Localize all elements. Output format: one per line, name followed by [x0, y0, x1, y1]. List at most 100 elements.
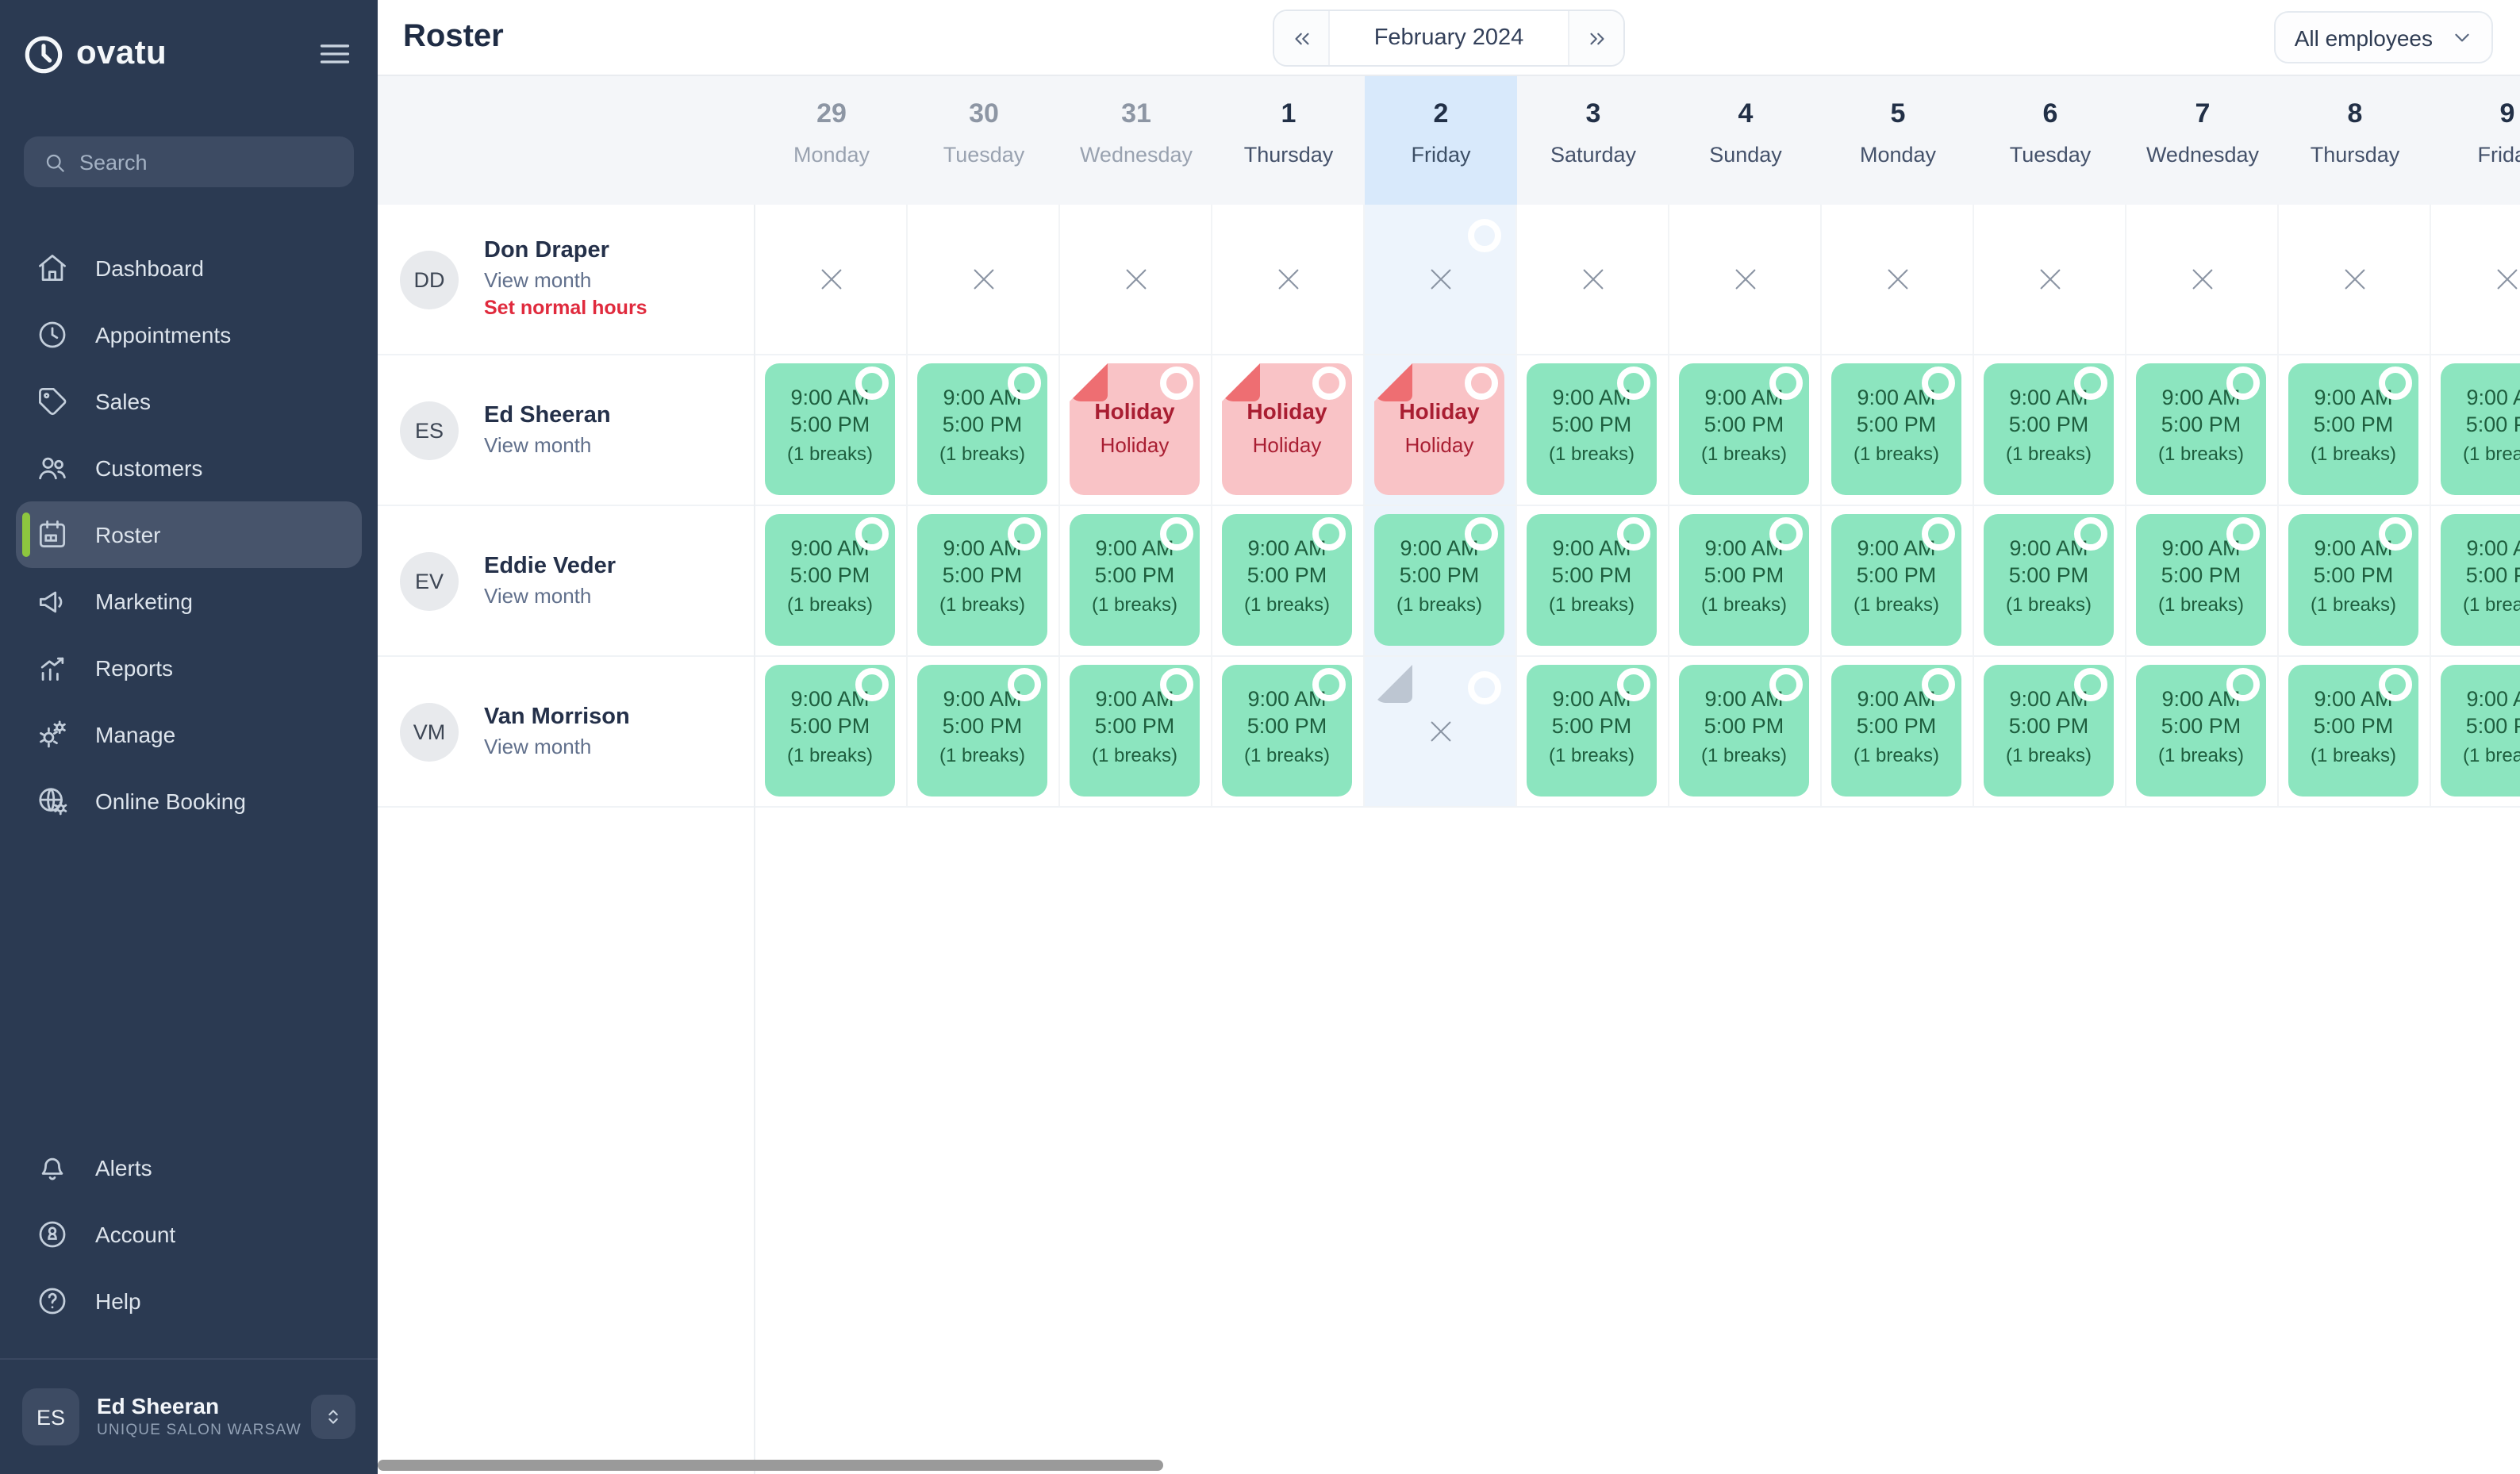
shift-card[interactable]: 9:00 AM5:00 PM(1 breaks)	[2441, 363, 2520, 495]
roster-cell[interactable]	[908, 205, 1060, 354]
view-month-link[interactable]: View month	[484, 267, 647, 295]
roster-cell[interactable]: 9:00 AM5:00 PM(1 breaks)	[755, 506, 908, 655]
period-label[interactable]: February 2024	[1328, 11, 1569, 65]
shift-card[interactable]: 9:00 AM5:00 PM(1 breaks)	[1831, 363, 1961, 495]
roster-cell[interactable]: 9:00 AM5:00 PM(1 breaks)	[1517, 506, 1669, 655]
roster-cell[interactable]	[1974, 205, 2126, 354]
roster-cell[interactable]: 9:00 AM5:00 PM(1 breaks)	[908, 355, 1060, 505]
shift-card[interactable]: 9:00 AM5:00 PM(1 breaks)	[765, 514, 895, 646]
roster-cell[interactable]: 9:00 AM5:00 PM(1 breaks)	[2431, 506, 2520, 655]
shift-card[interactable]: 9:00 AM5:00 PM(1 breaks)	[1679, 665, 1809, 796]
shift-card[interactable]: 9:00 AM5:00 PM(1 breaks)	[917, 665, 1047, 796]
roster-cell[interactable]: 9:00 AM5:00 PM(1 breaks)	[2279, 355, 2431, 505]
day-header-cell[interactable]: 30Tuesday	[908, 76, 1060, 205]
roster-cell[interactable]: 9:00 AM5:00 PM(1 breaks)	[908, 657, 1060, 806]
shift-card[interactable]: 9:00 AM5:00 PM(1 breaks)	[1679, 363, 1809, 495]
roster-cell[interactable]: 9:00 AM5:00 PM(1 breaks)	[2126, 657, 2279, 806]
roster-cell[interactable]: 9:00 AM5:00 PM(1 breaks)	[1974, 506, 2126, 655]
shift-card[interactable]: 9:00 AM5:00 PM(1 breaks)	[1222, 514, 1352, 646]
roster-cell[interactable]: HolidayHoliday	[1365, 355, 1517, 505]
shift-card[interactable]: 9:00 AM5:00 PM(1 breaks)	[917, 514, 1047, 646]
shift-card[interactable]: 9:00 AM5:00 PM(1 breaks)	[2288, 514, 2418, 646]
profile-switcher-button[interactable]	[311, 1395, 355, 1439]
shift-card[interactable]: 9:00 AM5:00 PM(1 breaks)	[2441, 514, 2520, 646]
roster-cell[interactable]: HolidayHoliday	[1212, 355, 1365, 505]
shift-card[interactable]: 9:00 AM5:00 PM(1 breaks)	[2136, 514, 2266, 646]
shift-card[interactable]: 9:00 AM5:00 PM(1 breaks)	[765, 665, 895, 796]
roster-cell[interactable]: 9:00 AM5:00 PM(1 breaks)	[2431, 657, 2520, 806]
shift-card[interactable]: 9:00 AM5:00 PM(1 breaks)	[2136, 665, 2266, 796]
roster-cell[interactable]	[2279, 205, 2431, 354]
roster-cell[interactable]	[1212, 205, 1365, 354]
roster-cell[interactable]: 9:00 AM5:00 PM(1 breaks)	[2126, 355, 2279, 505]
shift-card[interactable]: 9:00 AM5:00 PM(1 breaks)	[765, 363, 895, 495]
roster-cell[interactable]: 9:00 AM5:00 PM(1 breaks)	[2279, 506, 2431, 655]
roster-cell[interactable]	[1060, 205, 1212, 354]
roster-cell[interactable]	[755, 205, 908, 354]
view-month-link[interactable]: View month	[484, 431, 611, 459]
roster-cell[interactable]: 9:00 AM5:00 PM(1 breaks)	[2126, 506, 2279, 655]
roster-cell[interactable]: 9:00 AM5:00 PM(1 breaks)	[1517, 657, 1669, 806]
shift-card[interactable]: 9:00 AM5:00 PM(1 breaks)	[2441, 665, 2520, 796]
roster-cell[interactable]	[2126, 205, 2279, 354]
roster-cell[interactable]: 9:00 AM5:00 PM(1 breaks)	[1822, 355, 1974, 505]
holiday-card[interactable]: HolidayHoliday	[1374, 363, 1504, 495]
shift-card[interactable]: 9:00 AM5:00 PM(1 breaks)	[1984, 514, 2114, 646]
day-header-cell[interactable]: 8Thursday	[2279, 76, 2431, 205]
roster-cell[interactable]: 9:00 AM5:00 PM(1 breaks)	[1974, 657, 2126, 806]
sidebar-item-online-booking[interactable]: Online Booking	[16, 768, 362, 835]
roster-cell[interactable]: 9:00 AM5:00 PM(1 breaks)	[1669, 657, 1822, 806]
prev-period-button[interactable]	[1274, 11, 1328, 65]
shift-card[interactable]: 9:00 AM5:00 PM(1 breaks)	[1831, 665, 1961, 796]
view-month-link[interactable]: View month	[484, 582, 616, 610]
day-header-cell[interactable]: 31Wednesday	[1060, 76, 1212, 205]
roster-cell[interactable]: 9:00 AM5:00 PM(1 breaks)	[2431, 355, 2520, 505]
roster-cell[interactable]: 9:00 AM5:00 PM(1 breaks)	[1212, 657, 1365, 806]
shift-card[interactable]: 9:00 AM5:00 PM(1 breaks)	[2288, 665, 2418, 796]
next-period-button[interactable]	[1569, 11, 1623, 65]
day-header-cell[interactable]: 3Saturday	[1517, 76, 1669, 205]
roster-cell[interactable]: HolidayHoliday	[1060, 355, 1212, 505]
roster-cell[interactable]: 9:00 AM5:00 PM(1 breaks)	[1517, 355, 1669, 505]
search-input[interactable]: Search	[24, 136, 354, 187]
shift-card[interactable]: 9:00 AM5:00 PM(1 breaks)	[1527, 665, 1657, 796]
sidebar-item-marketing[interactable]: Marketing	[16, 568, 362, 635]
roster-cell[interactable]	[1822, 205, 1974, 354]
shift-card[interactable]: 9:00 AM5:00 PM(1 breaks)	[1222, 665, 1352, 796]
roster-cell[interactable]: 9:00 AM5:00 PM(1 breaks)	[1365, 506, 1517, 655]
shift-card[interactable]: 9:00 AM5:00 PM(1 breaks)	[1527, 363, 1657, 495]
sidebar-item-dashboard[interactable]: Dashboard	[16, 235, 362, 301]
shift-card[interactable]: 9:00 AM5:00 PM(1 breaks)	[1679, 514, 1809, 646]
roster-cell[interactable]: 9:00 AM5:00 PM(1 breaks)	[2279, 657, 2431, 806]
roster-cell[interactable]: 9:00 AM5:00 PM(1 breaks)	[1822, 657, 1974, 806]
shift-card[interactable]: 9:00 AM5:00 PM(1 breaks)	[1984, 363, 2114, 495]
shift-card[interactable]: 9:00 AM5:00 PM(1 breaks)	[1527, 514, 1657, 646]
roster-cell[interactable]: 9:00 AM5:00 PM(1 breaks)	[1060, 506, 1212, 655]
day-header-cell[interactable]: 5Monday	[1822, 76, 1974, 205]
day-header-cell[interactable]: 29Monday	[755, 76, 908, 205]
day-header-cell[interactable]: 4Sunday	[1669, 76, 1822, 205]
roster-cell[interactable]	[1365, 657, 1517, 806]
sidebar-item-alerts[interactable]: Alerts	[16, 1134, 362, 1201]
roster-cell[interactable]	[1517, 205, 1669, 354]
day-header-cell[interactable]: 1Thursday	[1212, 76, 1365, 205]
roster-cell[interactable]: 9:00 AM5:00 PM(1 breaks)	[1212, 506, 1365, 655]
shift-card[interactable]: 9:00 AM5:00 PM(1 breaks)	[2136, 363, 2266, 495]
roster-cell[interactable]	[2431, 205, 2520, 354]
view-month-link[interactable]: View month	[484, 732, 630, 761]
horizontal-scrollbar[interactable]	[378, 1460, 1163, 1471]
holiday-card[interactable]: HolidayHoliday	[1222, 363, 1352, 495]
sidebar-item-roster[interactable]: Roster	[16, 501, 362, 568]
set-normal-hours-link[interactable]: Set normal hours	[484, 295, 647, 322]
shift-card[interactable]: 9:00 AM5:00 PM(1 breaks)	[2288, 363, 2418, 495]
sidebar-item-customers[interactable]: Customers	[16, 435, 362, 501]
roster-cell[interactable]: 9:00 AM5:00 PM(1 breaks)	[755, 355, 908, 505]
sidebar-item-reports[interactable]: Reports	[16, 635, 362, 701]
roster-cell[interactable]: 9:00 AM5:00 PM(1 breaks)	[1669, 355, 1822, 505]
roster-cell[interactable]: 9:00 AM5:00 PM(1 breaks)	[1060, 657, 1212, 806]
shift-card[interactable]: 9:00 AM5:00 PM(1 breaks)	[917, 363, 1047, 495]
sidebar-item-help[interactable]: Help	[16, 1268, 362, 1334]
day-header-cell[interactable]: 2Friday	[1365, 76, 1517, 205]
shift-card[interactable]: 9:00 AM5:00 PM(1 breaks)	[1831, 514, 1961, 646]
day-header-cell[interactable]: 7Wednesday	[2126, 76, 2279, 205]
